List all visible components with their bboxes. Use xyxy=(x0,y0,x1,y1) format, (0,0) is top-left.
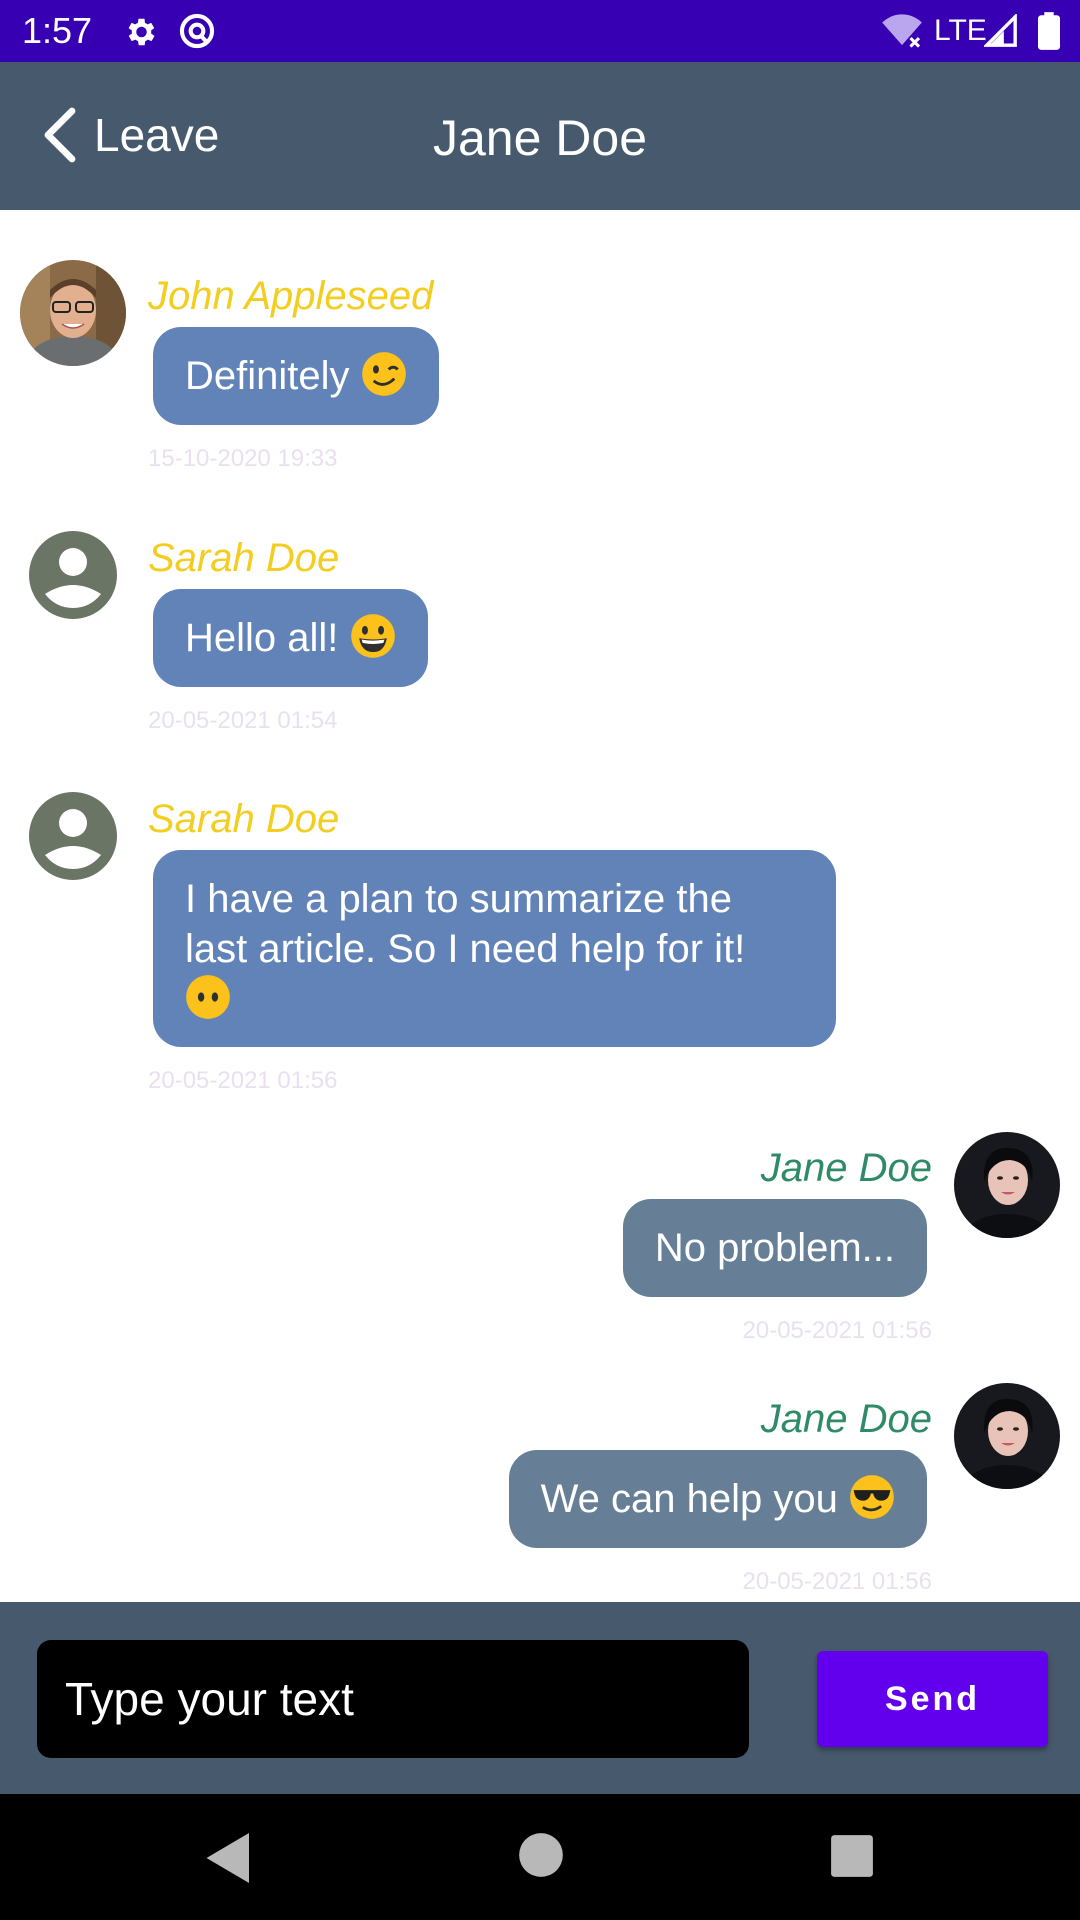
nav-back-icon[interactable] xyxy=(204,1830,254,1886)
message-list[interactable]: John Appleseed Definitely 15-10-2020 19:… xyxy=(0,210,1080,1602)
message-input[interactable]: Type your text xyxy=(37,1640,749,1758)
quick-at-icon xyxy=(179,13,215,49)
message-timestamp: 20-05-2021 01:56 xyxy=(742,1317,933,1344)
status-bar: 1:57 LTE xyxy=(0,0,1080,62)
user-silhouette-icon xyxy=(29,792,117,880)
default-user-avatar[interactable] xyxy=(20,522,126,628)
nav-recents-icon[interactable] xyxy=(830,1834,874,1878)
composer-bar: Type your text Send xyxy=(0,1602,1080,1794)
default-user-avatar[interactable] xyxy=(20,783,126,889)
sender-name: Sarah Doe xyxy=(148,797,340,841)
no-mouth-emoji-icon xyxy=(186,975,230,1019)
message-text: We can help you xyxy=(540,1477,838,1521)
message-bubble[interactable]: We can help you xyxy=(508,1450,927,1548)
user-silhouette-icon xyxy=(29,531,117,619)
message-timestamp: 20-05-2021 01:54 xyxy=(148,707,338,734)
network-type: LTE xyxy=(934,14,987,47)
send-button[interactable]: Send xyxy=(817,1651,1048,1747)
nav-home-icon[interactable] xyxy=(518,1832,564,1878)
message-text: I have a plan to summarize the last arti… xyxy=(185,877,746,971)
message-input-placeholder: Type your text xyxy=(65,1673,354,1725)
message-timestamp: 15-10-2020 19:33 xyxy=(148,445,338,472)
app-header: Leave Jane Doe xyxy=(0,62,1080,210)
status-time: 1:57 xyxy=(22,10,93,51)
sender-name: Jane Doe xyxy=(760,1397,932,1441)
battery-icon xyxy=(1038,12,1060,50)
photo-man-avatar[interactable] xyxy=(20,260,126,366)
message-bubble[interactable]: Hello all! xyxy=(153,589,428,687)
sunglasses-emoji-icon xyxy=(850,1475,894,1519)
sender-name: John Appleseed xyxy=(148,274,434,318)
settings-gear-icon xyxy=(128,18,155,46)
signal-icon xyxy=(984,14,1017,47)
message-bubble[interactable]: Definitely xyxy=(153,327,439,425)
woman-photo-icon xyxy=(954,1132,1060,1238)
wink-emoji-icon xyxy=(361,352,406,396)
photo-woman-avatar[interactable] xyxy=(954,1383,1060,1489)
message-text: Hello all! xyxy=(185,616,339,660)
man-photo-icon xyxy=(20,260,126,366)
system-nav-bar xyxy=(0,1794,1080,1920)
photo-woman-avatar[interactable] xyxy=(954,1132,1060,1238)
chat-title: Jane Doe xyxy=(432,110,648,166)
message-text: Definitely xyxy=(185,354,350,398)
message-bubble[interactable]: I have a plan to summarize the last arti… xyxy=(153,850,836,1047)
sender-name: Sarah Doe xyxy=(148,536,340,580)
wifi-icon xyxy=(882,14,922,48)
message-bubble[interactable]: No problem... xyxy=(622,1199,927,1297)
grin-emoji-icon xyxy=(350,614,395,658)
woman-photo-icon xyxy=(954,1383,1060,1489)
message-text: No problem... xyxy=(654,1226,895,1270)
sender-name: Jane Doe xyxy=(760,1146,932,1190)
message-timestamp: 20-05-2021 01:56 xyxy=(148,1067,338,1094)
message-timestamp: 20-05-2021 01:56 xyxy=(742,1568,933,1595)
